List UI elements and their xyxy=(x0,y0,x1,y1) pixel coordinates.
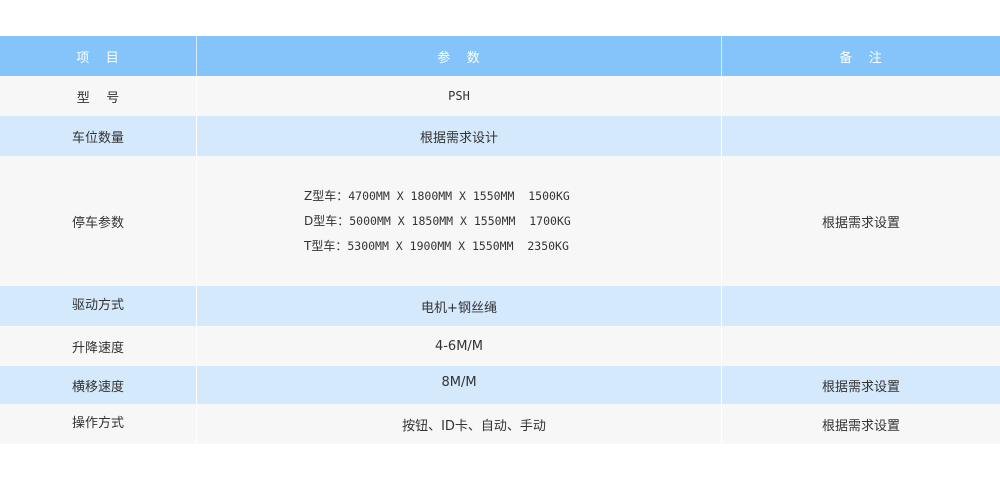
row-label: 横移速度 xyxy=(71,379,124,395)
vehicle-type-label: Z型车： xyxy=(304,189,349,203)
row-label: 型 号 xyxy=(76,90,120,106)
row-value: 根据需求设计 xyxy=(196,116,722,156)
row-label: 操作方式 xyxy=(71,415,124,431)
vehicle-spec-list: Z型车：4700MM X 1800MM X 1550MM 1500KG D型车：… xyxy=(197,189,571,253)
vehicle-dimensions: 5000MM X 1850MM X 1550MM 1700KG xyxy=(349,214,571,228)
row-note: 根据需求设置 xyxy=(821,215,900,231)
table-row-model: 型 号 PSH xyxy=(0,76,1000,116)
row-label: 升降速度 xyxy=(71,340,124,356)
table-row-slots: 车位数量 根据需求设计 xyxy=(0,116,1000,156)
row-note xyxy=(722,326,1000,366)
spec-table: 项 目 参 数 备 注 型 号 PSH 车位数量 根据需求设计 停车参数 Z型车… xyxy=(0,36,1000,444)
table-row-parking-params: 停车参数 Z型车：4700MM X 1800MM X 1550MM 1500KG… xyxy=(0,156,1000,286)
header-note: 备 注 xyxy=(839,50,883,66)
vehicle-type-label: D型车： xyxy=(304,214,350,228)
table-row-traverse-speed: 横移速度 8M/M 根据需求设置 xyxy=(0,366,1000,404)
vehicle-spec-line: Z型车：4700MM X 1800MM X 1550MM 1500KG xyxy=(304,189,570,203)
vehicle-spec-line: D型车：5000MM X 1850MM X 1550MM 1700KG xyxy=(304,214,571,228)
row-value: PSH xyxy=(196,76,722,116)
header-item: 项 目 xyxy=(76,50,120,66)
row-label: 停车参数 xyxy=(71,215,124,231)
row-note: 根据需求设置 xyxy=(821,379,900,395)
row-note xyxy=(722,116,1000,156)
row-note xyxy=(722,286,1000,326)
vehicle-spec-line: T型车：5300MM X 1900MM X 1550MM 2350KG xyxy=(304,239,569,253)
row-value: 4-6M/M xyxy=(196,326,722,366)
table-row-drive: 驱动方式 电机+钢丝绳 xyxy=(0,286,1000,326)
header-param: 参 数 xyxy=(196,36,722,76)
vehicle-dimensions: 5300MM X 1900MM X 1550MM 2350KG xyxy=(347,239,569,253)
row-note xyxy=(722,76,1000,116)
vehicle-dimensions: 4700MM X 1800MM X 1550MM 1500KG xyxy=(348,189,570,203)
table-row-lift-speed: 升降速度 4-6M/M xyxy=(0,326,1000,366)
table-row-operation: 操作方式 按钮、ID卡、自动、手动 根据需求设置 xyxy=(0,404,1000,444)
row-label: 车位数量 xyxy=(71,130,124,146)
row-note: 根据需求设置 xyxy=(821,418,900,434)
vehicle-type-label: T型车： xyxy=(304,239,348,253)
row-value: 电机+钢丝绳 xyxy=(196,286,722,326)
table-header-row: 项 目 参 数 备 注 xyxy=(0,36,1000,76)
row-value: 按钮、ID卡、自动、手动 xyxy=(196,404,722,444)
row-label: 驱动方式 xyxy=(71,297,124,313)
row-value: 8M/M xyxy=(196,366,722,404)
row-value: Z型车：4700MM X 1800MM X 1550MM 1500KG D型车：… xyxy=(196,156,722,286)
